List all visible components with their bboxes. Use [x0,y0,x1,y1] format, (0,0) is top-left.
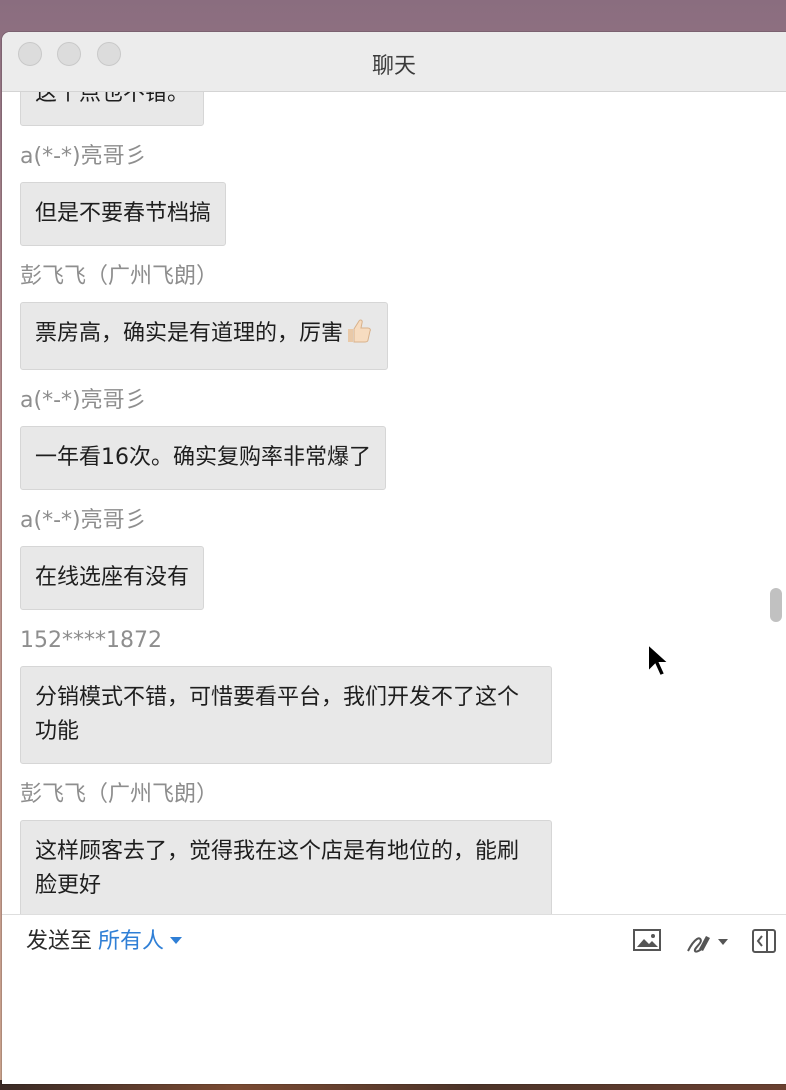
mouse-pointer-icon [646,641,672,682]
whiteboard-icon[interactable] [684,927,730,959]
recipient-value: 所有人 [98,929,165,954]
composer: 发送至 所有人 [2,914,786,1084]
window-title: 聊天 [371,54,416,79]
message-item: 这个点也不错。 [20,92,760,126]
message-item: a(*-*)亮哥彡 在线选座有没有 [20,506,760,610]
message-bubble: 一年看16次。确实复购率非常爆了 [20,426,386,490]
chat-window: 聊天 这个点也不错。 a(*-*)亮哥彡 但是不要春节档搞 彭飞飞（广州飞朗） … [2,32,786,1084]
send-to-row: 发送至 所有人 [26,923,183,955]
message-item: 彭飞飞（广州飞朗） 这样顾客去了，觉得我在这个店是有地位的，能刷脸更好 [20,780,760,914]
message-item: 彭飞飞（广州飞朗） 票房高，确实是有道理的，厉害 [20,262,760,370]
message-item: a(*-*)亮哥彡 但是不要春节档搞 [20,142,760,246]
message-bubble: 票房高，确实是有道理的，厉害 [20,302,389,370]
message-item: a(*-*)亮哥彡 一年看16次。确实复购率非常爆了 [20,386,760,490]
scrollbar-thumb[interactable] [770,588,782,622]
message-sender: 彭飞飞（广州飞朗） [20,264,219,289]
exit-panel-icon[interactable] [750,927,778,959]
message-bubble: 在线选座有没有 [20,546,205,610]
message-sender: a(*-*)亮哥彡 [20,144,147,169]
message-text: 票房高，确实是有道理的，厉害 [35,321,344,346]
chevron-down-icon [170,937,183,944]
image-icon[interactable] [632,927,662,957]
recipient-dropdown[interactable]: 所有人 [98,929,183,954]
message-sender: 彭飞飞（广州飞朗） [20,782,219,807]
message-bubble: 但是不要春节档搞 [20,182,227,246]
thumbs-up-icon [345,318,373,355]
message-bubble: 这样顾客去了，觉得我在这个店是有地位的，能刷脸更好 [20,820,552,914]
titlebar: 聊天 [2,32,786,92]
message-list[interactable]: 这个点也不错。 a(*-*)亮哥彡 但是不要春节档搞 彭飞飞（广州飞朗） 票房高… [2,92,786,914]
message-sender: a(*-*)亮哥彡 [20,508,147,533]
message-bubble: 这个点也不错。 [20,92,205,126]
message-bubble: 分销模式不错，可惜要看平台，我们开发不了这个功能 [20,666,552,764]
message-sender: a(*-*)亮哥彡 [20,388,147,413]
send-to-label: 发送至 [26,929,93,954]
